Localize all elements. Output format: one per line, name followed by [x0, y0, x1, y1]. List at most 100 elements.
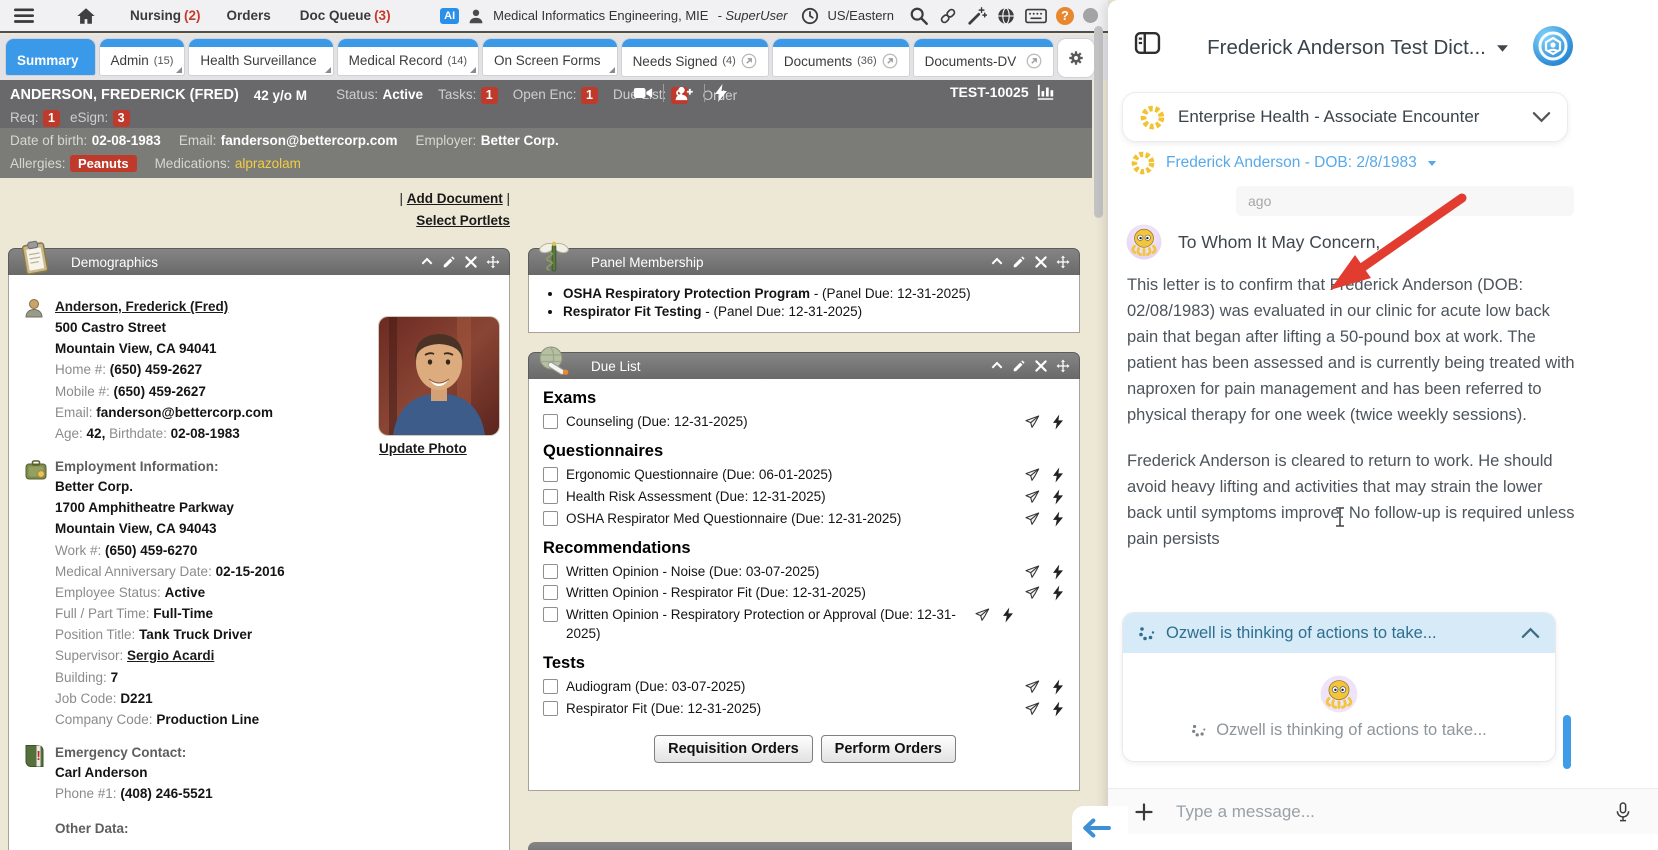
- move-icon[interactable]: [1056, 255, 1070, 269]
- lightning-icon[interactable]: [715, 84, 727, 102]
- collapse-icon[interactable]: [420, 255, 434, 269]
- checkbox[interactable]: [543, 488, 558, 504]
- conversation-selector[interactable]: Frederick Anderson Test Dict...: [1168, 36, 1548, 60]
- timezone-label[interactable]: US/Eastern: [828, 8, 894, 23]
- tab-health-surveillance[interactable]: Health Surveillance: [189, 39, 333, 75]
- send-icon[interactable]: [974, 607, 990, 623]
- lightning-icon[interactable]: [1053, 467, 1063, 483]
- back-arrow-icon[interactable]: [1081, 817, 1111, 839]
- send-icon[interactable]: [1024, 467, 1040, 483]
- tab-documents[interactable]: Documents (36): [772, 39, 909, 76]
- menu-icon[interactable]: [14, 6, 34, 26]
- tab-needs-signed[interactable]: Needs Signed (4): [621, 39, 768, 76]
- checkbox[interactable]: [543, 679, 558, 695]
- send-icon[interactable]: [1024, 511, 1040, 527]
- close-icon[interactable]: [464, 255, 478, 269]
- lightning-icon[interactable]: [1053, 564, 1063, 580]
- tab-summary[interactable]: Summary: [6, 39, 95, 75]
- keyboard-icon[interactable]: [1025, 5, 1047, 27]
- ozwell-logo-icon[interactable]: [1532, 25, 1574, 67]
- send-icon[interactable]: [1024, 585, 1040, 601]
- checkbox[interactable]: [543, 510, 558, 526]
- ai-badge[interactable]: AI: [440, 7, 460, 24]
- add-document-link[interactable]: Add Document: [407, 191, 503, 206]
- patient-context-selector[interactable]: Frederick Anderson - DOB: 2/8/1983: [1130, 150, 1437, 176]
- email-label: Email:: [178, 133, 217, 148]
- lightning-icon[interactable]: [1003, 607, 1013, 623]
- lightning-icon[interactable]: [1053, 489, 1063, 505]
- nav-doc-queue[interactable]: Doc Queue (3): [300, 8, 391, 23]
- req-count-badge[interactable]: 1: [42, 110, 60, 127]
- close-icon[interactable]: [1034, 255, 1048, 269]
- checkbox[interactable]: [543, 607, 558, 623]
- requisition-orders-button[interactable]: Requisition Orders: [654, 734, 813, 763]
- add-person-icon[interactable]: [674, 83, 694, 103]
- lightning-icon[interactable]: [1053, 414, 1063, 430]
- esign-count-badge[interactable]: 3: [112, 110, 130, 127]
- main-scrollbar-thumb[interactable]: [1094, 26, 1103, 218]
- perform-orders-button[interactable]: Perform Orders: [820, 734, 956, 763]
- globe-icon[interactable]: [996, 6, 1016, 26]
- popout-icon[interactable]: [741, 53, 757, 69]
- select-portlets-link[interactable]: Select Portlets: [416, 213, 510, 228]
- video-camera-icon[interactable]: [633, 83, 653, 103]
- tab-on-screen-forms[interactable]: On Screen Forms: [483, 39, 617, 75]
- nav-orders[interactable]: Orders: [227, 8, 274, 23]
- field-label: Building:: [55, 669, 107, 685]
- popout-icon[interactable]: [1026, 53, 1042, 69]
- message-input[interactable]: [1174, 800, 1488, 823]
- supervisor-link[interactable]: Sergio Acardi: [127, 648, 214, 663]
- link-icon[interactable]: [938, 6, 958, 26]
- collapse-icon[interactable]: [990, 255, 1004, 269]
- edit-pencil-icon[interactable]: [1012, 255, 1026, 269]
- home-icon[interactable]: [76, 6, 96, 26]
- panel-toggle-icon[interactable]: [1134, 31, 1161, 55]
- checkbox[interactable]: [543, 701, 558, 717]
- bar-chart-icon[interactable]: [1037, 83, 1055, 101]
- chat-scrollbar-thumb[interactable]: [1563, 715, 1571, 769]
- lightning-icon[interactable]: [1053, 585, 1063, 601]
- checkbox[interactable]: [543, 563, 558, 579]
- mic-icon[interactable]: [1614, 800, 1632, 824]
- close-icon[interactable]: [1034, 359, 1048, 373]
- wand-icon[interactable]: [967, 6, 987, 26]
- patient-name[interactable]: ANDERSON, FREDERICK (FRED): [10, 87, 239, 103]
- send-icon[interactable]: [1024, 679, 1040, 695]
- lightning-icon[interactable]: [1053, 679, 1063, 695]
- tab-admin[interactable]: Admin (15): [99, 39, 185, 75]
- thinking-card-header[interactable]: Ozwell is thinking of actions to take...: [1123, 613, 1555, 653]
- plus-icon[interactable]: [1134, 802, 1154, 822]
- encounter-selector[interactable]: Enterprise Health - Associate Encounter: [1122, 92, 1568, 142]
- update-photo-link[interactable]: Update Photo: [379, 441, 467, 456]
- send-icon[interactable]: [1024, 489, 1040, 505]
- medication-value[interactable]: alprazolam: [235, 156, 301, 171]
- edit-pencil-icon[interactable]: [1012, 359, 1026, 373]
- popout-icon[interactable]: [882, 53, 898, 69]
- edit-pencil-icon[interactable]: [442, 255, 456, 269]
- checkbox[interactable]: [543, 466, 558, 482]
- tab-documents-dv[interactable]: Documents-DV: [913, 39, 1054, 76]
- move-icon[interactable]: [486, 255, 500, 269]
- collapse-icon[interactable]: [990, 359, 1004, 373]
- nav-nursing[interactable]: Nursing (2): [130, 8, 201, 23]
- field-value: (408) 246-5521: [120, 786, 213, 802]
- help-icon[interactable]: ?: [1056, 6, 1074, 25]
- employment-line: Mountain View, CA 94043: [55, 521, 217, 537]
- open-enc-count-badge[interactable]: 1: [581, 87, 598, 104]
- send-icon[interactable]: [1024, 564, 1040, 580]
- tasks-count-badge[interactable]: 1: [480, 87, 498, 104]
- checkbox[interactable]: [543, 585, 558, 601]
- tab-medical-record[interactable]: Medical Record (14): [337, 39, 479, 75]
- lightning-icon[interactable]: [1053, 511, 1063, 527]
- send-icon[interactable]: [1024, 414, 1040, 430]
- move-icon[interactable]: [1056, 359, 1070, 373]
- patient-name-link[interactable]: Anderson, Frederick (Fred): [55, 299, 228, 314]
- send-icon[interactable]: [1024, 701, 1040, 717]
- checkbox[interactable]: [543, 414, 558, 429]
- lightning-icon[interactable]: [1053, 701, 1063, 717]
- search-icon[interactable]: [909, 6, 929, 26]
- allergy-chip[interactable]: Peanuts: [69, 155, 137, 172]
- chevron-up-icon[interactable]: [1521, 627, 1540, 639]
- due-item-label: Respirator Fit (Due: 12-31-2025): [566, 701, 762, 717]
- tab-settings-button[interactable]: [1058, 39, 1095, 77]
